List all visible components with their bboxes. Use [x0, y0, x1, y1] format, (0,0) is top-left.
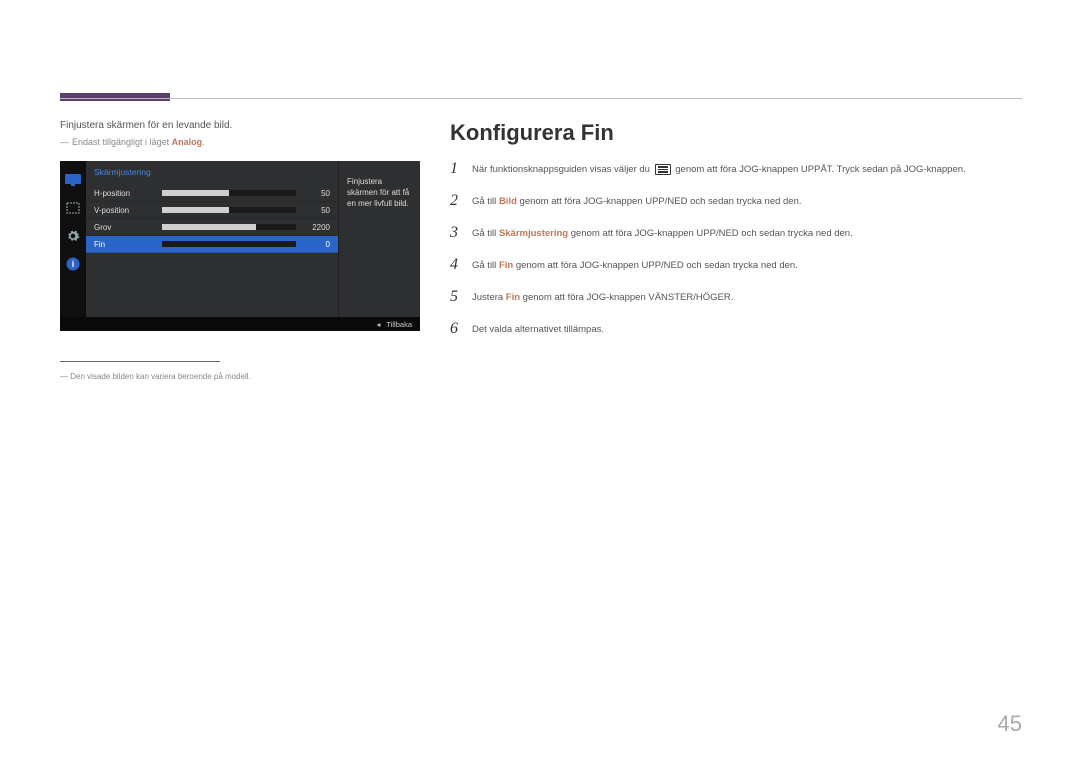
osd-description: Finjustera skärmen för att få en mer liv…: [338, 161, 420, 317]
step-number: 6: [450, 320, 472, 338]
osd-row-value: 2200: [302, 223, 330, 232]
step: 5Justera Fin genom att föra JOG-knappen …: [450, 288, 1022, 316]
osd-footer: ◂ Tillbaka: [60, 317, 420, 331]
step: 1När funktionsknappsguiden visas väljer …: [450, 160, 1022, 188]
step-number: 5: [450, 288, 472, 306]
gear-icon: [62, 223, 84, 249]
page-title: Konfigurera Fin: [450, 120, 1022, 146]
step-text: Gå till Bild genom att föra JOG-knappen …: [472, 192, 1022, 209]
osd-list: Skärmjustering H-position 50 V-position 50 G…: [86, 161, 338, 317]
header-divider: [60, 98, 1022, 99]
osd-row-label: H-position: [94, 189, 156, 198]
slider-track: [162, 207, 296, 213]
step: 3Gå till Skärmjustering genom att föra J…: [450, 224, 1022, 252]
left-column: Finjustera skärmen för en levande bild. …: [60, 120, 420, 381]
menu-icon: [655, 164, 671, 175]
step-text: Gå till Skärmjustering genom att föra JO…: [472, 224, 1022, 241]
monitor-icon: [62, 167, 84, 193]
header-accent-bar: [60, 93, 170, 101]
osd-row: Fin 0: [86, 236, 338, 253]
intro-text: Finjustera skärmen för en levande bild.: [60, 120, 420, 131]
availability-mode: Analog: [172, 137, 203, 147]
osd-row: V-position 50: [86, 202, 338, 219]
right-column: Konfigurera Fin 1När funktionsknappsguid…: [450, 120, 1022, 352]
osd-row-value: 50: [302, 206, 330, 215]
availability-prefix: Endast tillgängligt i läget: [72, 137, 172, 147]
slider-track: [162, 190, 296, 196]
step-text: När funktionsknappsguiden visas väljer d…: [472, 160, 1022, 177]
osd-row-label: Grov: [94, 223, 156, 232]
availability-note: ― Endast tillgängligt i läget Analog.: [60, 137, 420, 147]
footnote-text: ― Den visade bilden kan variera beroende…: [60, 372, 420, 381]
osd-row-value: 50: [302, 189, 330, 198]
back-arrow-icon: ◂: [377, 320, 381, 329]
step-number: 1: [450, 160, 472, 178]
step-number: 4: [450, 256, 472, 274]
step-text: Justera Fin genom att föra JOG-knappen V…: [472, 288, 1022, 305]
osd-title: Skärmjustering: [86, 167, 338, 185]
osd-row-label: V-position: [94, 206, 156, 215]
step: 4Gå till Fin genom att föra JOG-knappen …: [450, 256, 1022, 284]
slider-track: [162, 241, 296, 247]
step-text: Gå till Fin genom att föra JOG-knappen U…: [472, 256, 1022, 273]
osd-back-label: Tillbaka: [386, 320, 412, 329]
footnote-divider: [60, 361, 220, 362]
step-number: 3: [450, 224, 472, 242]
osd-screenshot: i Skärmjustering H-position 50 V-position 5…: [60, 161, 420, 331]
svg-text:i: i: [72, 259, 75, 269]
step: 2Gå till Bild genom att föra JOG-knappen…: [450, 192, 1022, 220]
osd-row-label: Fin: [94, 240, 156, 249]
picture-frame-icon: [62, 195, 84, 221]
step-number: 2: [450, 192, 472, 210]
step: 6Det valda alternativet tillämpas.: [450, 320, 1022, 348]
slider-track: [162, 224, 296, 230]
osd-row: Grov 2200: [86, 219, 338, 236]
info-icon: i: [62, 251, 84, 277]
osd-row-value: 0: [302, 240, 330, 249]
page-number: 45: [998, 711, 1022, 737]
osd-sidebar: i: [60, 161, 86, 317]
osd-row: H-position 50: [86, 185, 338, 202]
step-text: Det valda alternativet tillämpas.: [472, 320, 1022, 337]
